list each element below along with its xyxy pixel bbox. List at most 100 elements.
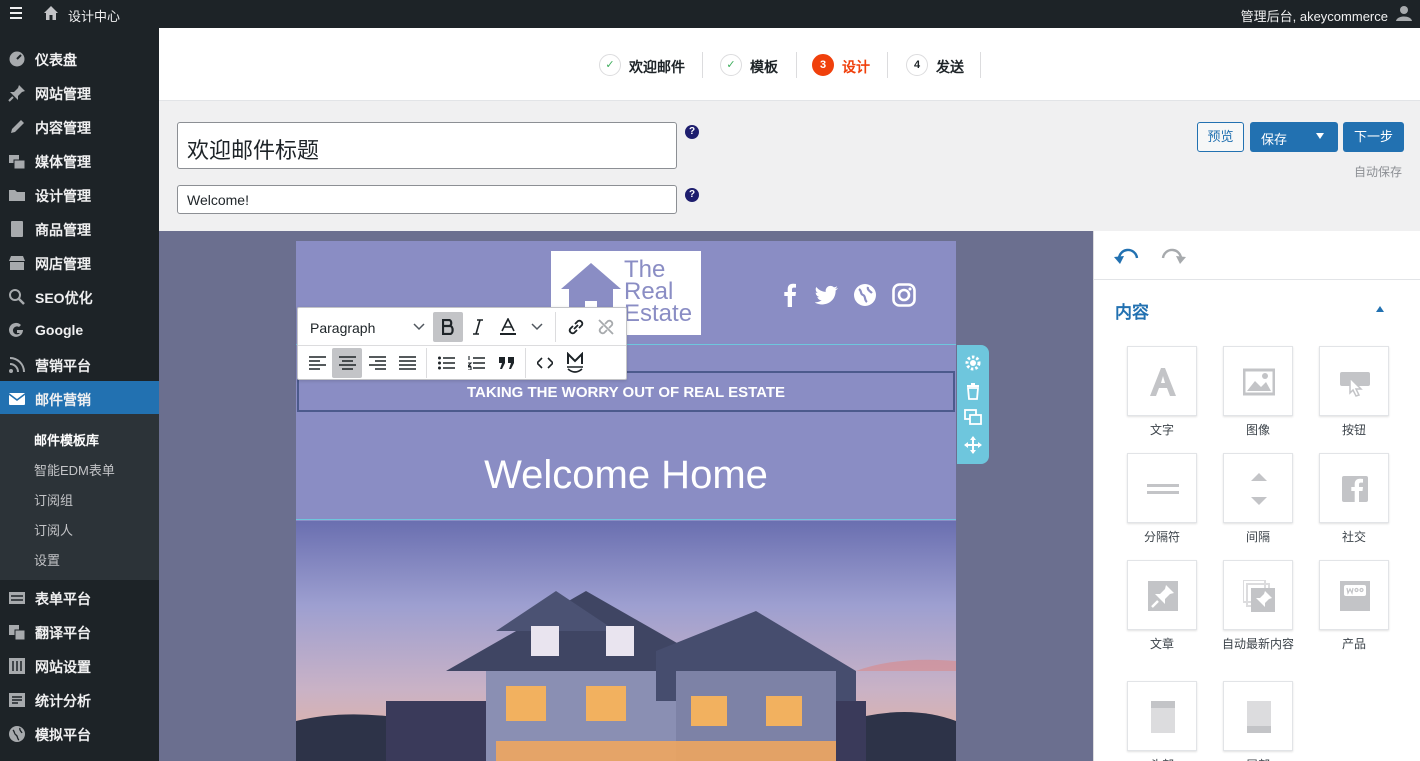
toolbar-divider (555, 312, 556, 342)
unlink-button[interactable] (591, 312, 621, 342)
submenu-subscriber-groups[interactable]: 订阅组 (34, 490, 73, 509)
panel-title[interactable]: 内容 (1115, 298, 1149, 323)
align-center-button[interactable] (332, 348, 362, 378)
settings-icon (9, 658, 25, 674)
undo-icon[interactable] (1114, 245, 1140, 267)
sidebar-item-email-marketing[interactable]: 邮件营销 (0, 381, 159, 415)
numbered-list-button[interactable] (461, 348, 491, 378)
search-icon (9, 289, 25, 305)
header-icon (1151, 701, 1175, 733)
sidebar-item-label: 网店管理 (35, 256, 91, 272)
redo-icon[interactable] (1160, 245, 1186, 267)
sidebar-item-google[interactable]: Google (0, 313, 159, 347)
code-button[interactable] (530, 348, 560, 378)
sidebar-item-translate[interactable]: 翻译平台 (0, 614, 159, 648)
preview-button[interactable]: 预览 (1197, 122, 1244, 152)
sidebar-item-media[interactable]: 媒体管理 (0, 143, 159, 177)
sidebar-item-label: SEO优化 (35, 290, 93, 306)
move-icon[interactable] (964, 436, 982, 454)
google-icon (9, 322, 23, 337)
sidebar-item-site-settings[interactable]: 网站设置 (0, 648, 159, 682)
translate-icon (9, 625, 26, 641)
panel-divider (1094, 279, 1420, 280)
sidebar-item-simulation[interactable]: 模拟平台 (0, 716, 159, 750)
widget-header[interactable] (1127, 681, 1197, 751)
text-color-icon (500, 318, 516, 335)
chevron-down-icon[interactable] (413, 323, 425, 331)
format-select[interactable]: Paragraph (310, 320, 375, 336)
home-icon[interactable] (43, 5, 59, 21)
submenu-settings[interactable]: 设置 (34, 550, 60, 569)
user-greeting[interactable]: 管理后台, akeycommerce (1241, 6, 1388, 25)
media-icon (9, 155, 26, 170)
sidebar-item-label: Google (35, 322, 84, 338)
pin-icon (1148, 581, 1178, 611)
collapse-caret-icon[interactable] (1376, 306, 1384, 312)
menu-toggle-icon[interactable] (10, 7, 22, 20)
step-label: 模板 (750, 59, 778, 75)
shortcode-button[interactable] (560, 348, 590, 378)
house-photo[interactable] (296, 521, 956, 761)
help-icon[interactable]: ? (685, 188, 699, 202)
widget-social[interactable] (1319, 453, 1389, 523)
chevron-down-icon[interactable] (1316, 133, 1324, 139)
blockquote-button[interactable] (491, 348, 521, 378)
site-name-link[interactable]: 设计中心 (68, 6, 120, 25)
sidebar-item-label: 翻译平台 (35, 625, 91, 641)
bullet-list-button[interactable] (431, 348, 461, 378)
widget-label: 产品 (1341, 637, 1366, 651)
gear-icon[interactable] (964, 354, 982, 372)
submenu-template-library[interactable]: 邮件模板库 (34, 430, 99, 449)
next-step-button[interactable]: 下一步 (1343, 122, 1404, 152)
website-globe-icon[interactable] (853, 283, 877, 307)
duplicate-icon[interactable] (964, 408, 982, 426)
widget-footer[interactable] (1223, 681, 1293, 751)
submenu-edm-form[interactable]: 智能EDM表单 (34, 460, 115, 479)
sidebar-item-products[interactable]: 商品管理 (0, 211, 159, 245)
align-left-button[interactable] (302, 348, 332, 378)
sidebar-item-store[interactable]: 网店管理 (0, 245, 159, 279)
preheader-input[interactable]: Welcome! (177, 185, 677, 214)
submenu-subscribers[interactable]: 订阅人 (34, 520, 73, 539)
sidebar-item-site[interactable]: 网站管理 (0, 75, 159, 109)
widget-post[interactable] (1127, 560, 1197, 630)
link-button[interactable] (561, 312, 591, 342)
italic-button[interactable] (463, 312, 493, 342)
twitter-icon[interactable] (815, 283, 839, 307)
sidebar-item-analytics[interactable]: 统计分析 (0, 682, 159, 716)
dashboard-icon (9, 51, 25, 67)
sidebar-item-marketing[interactable]: 营销平台 (0, 347, 159, 381)
text-color-button[interactable] (493, 312, 523, 342)
sidebar-item-label: 商品管理 (35, 222, 91, 238)
sidebar-item-dashboard[interactable]: 仪表盘 (0, 41, 159, 75)
widget-spacer[interactable] (1223, 453, 1293, 523)
align-right-button[interactable] (362, 348, 392, 378)
content-panel: 内容 文字 图像 按钮 分隔符 间隔 社交 文章 自动最新内容 产品 头部 尾部 (1093, 231, 1420, 761)
widget-divider[interactable] (1127, 453, 1197, 523)
sidebar-item-label: 营销平台 (35, 358, 91, 374)
trash-icon[interactable] (964, 382, 982, 400)
sidebar-item-design[interactable]: 设计管理 (0, 177, 159, 211)
widget-auto-latest[interactable] (1223, 560, 1293, 630)
widget-text[interactable] (1127, 346, 1197, 416)
chevron-down-icon[interactable] (531, 323, 543, 331)
user-avatar-icon[interactable] (1395, 4, 1413, 22)
welcome-heading[interactable]: Welcome Home (296, 453, 956, 498)
sidebar-item-forms[interactable]: 表单平台 (0, 580, 159, 614)
instagram-icon[interactable] (892, 283, 916, 307)
help-icon[interactable]: ? (685, 125, 699, 139)
sidebar-item-content[interactable]: 内容管理 (0, 109, 159, 143)
bold-button[interactable] (433, 312, 463, 342)
subject-input[interactable]: 欢迎邮件标题 (177, 122, 677, 169)
widget-button[interactable] (1319, 346, 1389, 416)
link-icon (568, 319, 584, 335)
save-button[interactable]: 保存 (1250, 122, 1338, 152)
sidebar-item-seo[interactable]: SEO优化 (0, 279, 159, 313)
widget-product[interactable] (1319, 560, 1389, 630)
tagline-text[interactable]: TAKING THE WORRY OUT OF REAL ESTATE (296, 384, 956, 401)
widget-image[interactable] (1223, 346, 1293, 416)
align-justify-button[interactable] (392, 348, 422, 378)
facebook-icon[interactable] (778, 283, 802, 307)
wizard-steps: ✓ 欢迎邮件 ✓ 模板 3 设计 4 发送 (159, 28, 1420, 101)
rss-icon (9, 357, 25, 373)
